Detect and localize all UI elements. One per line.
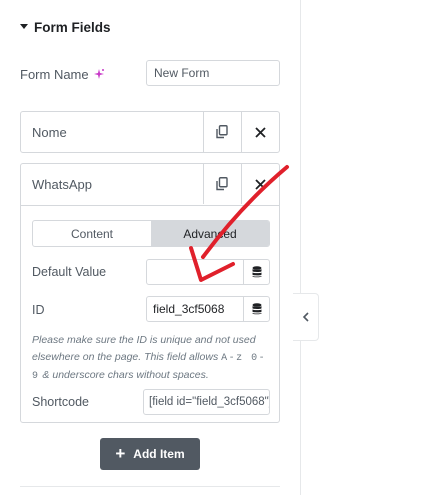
default-value-control — [146, 259, 270, 285]
shortcode-input[interactable]: [field id="field_3cf5068"] — [143, 389, 270, 415]
default-value-input[interactable] — [147, 260, 243, 284]
chevron-left-icon — [302, 312, 309, 322]
database-icon[interactable] — [243, 297, 269, 321]
form-name-label: Form Name — [20, 66, 89, 82]
item-title: Nome — [32, 124, 67, 140]
collapse-panel-handle[interactable] — [293, 293, 319, 341]
database-icon[interactable] — [243, 260, 269, 284]
add-item-button[interactable]: + Add Item — [100, 438, 200, 470]
tab-content[interactable]: Content — [33, 221, 151, 246]
section-title: Form Fields — [34, 19, 111, 35]
close-icon[interactable] — [241, 112, 279, 152]
duplicate-icon[interactable] — [203, 164, 241, 204]
shortcode-label: Shortcode — [32, 395, 89, 409]
id-control: field_3cf5068 — [146, 296, 270, 322]
id-help-text: Please make sure the ID is unique and no… — [32, 334, 267, 382]
ai-sparkle-icon[interactable] — [93, 68, 105, 80]
editor-panel: Form Fields Form Name New Form Nome What… — [0, 0, 300, 495]
form-name-input[interactable]: New Form — [146, 60, 280, 86]
tab-advanced[interactable]: Advanced — [151, 221, 269, 246]
default-value-label: Default Value — [32, 265, 107, 279]
content-advanced-tabs: Content Advanced — [32, 220, 270, 247]
item-title: WhatsApp — [32, 176, 92, 192]
id-input[interactable]: field_3cf5068 — [147, 297, 243, 321]
add-item-label: Add Item — [133, 447, 185, 461]
id-label: ID — [32, 303, 45, 317]
section-header-form-fields[interactable]: Form Fields — [20, 17, 111, 37]
section-divider — [20, 486, 280, 487]
form-field-item-expanded: WhatsApp Content Advanced Default Value … — [20, 163, 280, 423]
preview-area — [301, 0, 427, 495]
duplicate-icon[interactable] — [203, 112, 241, 152]
plus-icon: + — [115, 443, 126, 463]
form-field-item[interactable]: Nome — [20, 111, 280, 153]
caret-down-icon — [20, 24, 28, 30]
close-icon[interactable] — [241, 164, 279, 204]
item-header[interactable]: WhatsApp — [21, 164, 279, 206]
